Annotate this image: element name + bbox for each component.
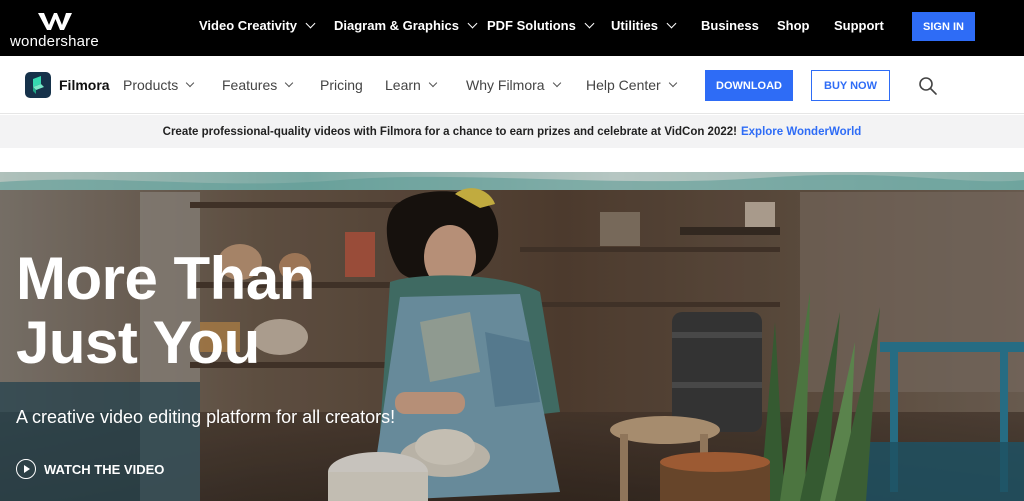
topnav-support[interactable]: Support <box>834 18 884 33</box>
chevron-down-icon <box>666 18 677 29</box>
topnav-diagram-graphics[interactable]: Diagram & Graphics <box>334 18 478 33</box>
pnav-label: Products <box>123 77 179 93</box>
download-button[interactable]: DOWNLOAD <box>705 70 793 101</box>
topnav-utilities[interactable]: Utilities <box>611 18 677 33</box>
hero-title: More Than Just You <box>16 247 436 375</box>
pnav-learn[interactable]: Learn <box>385 77 438 93</box>
chevron-down-icon <box>552 78 561 88</box>
pnav-products[interactable]: Products <box>123 77 195 93</box>
buy-now-button[interactable]: BUY NOW <box>811 70 890 101</box>
announcement-bar: Create professional-quality videos with … <box>0 115 1024 148</box>
topnav-label: Diagram & Graphics <box>334 18 459 33</box>
explore-wonderworld-link[interactable]: Explore WonderWorld <box>741 126 861 138</box>
topnav-label: Utilities <box>611 18 658 33</box>
pnav-label: Learn <box>385 77 421 93</box>
topnav-label: Support <box>834 18 884 33</box>
chevron-down-icon <box>467 18 478 29</box>
pnav-label: Features <box>222 77 278 93</box>
chevron-down-icon <box>668 78 677 88</box>
chevron-down-icon <box>584 18 595 29</box>
brand-name: wondershare <box>10 33 99 50</box>
watch-video-label: WATCH THE VIDEO <box>44 461 165 477</box>
chevron-down-icon <box>285 78 294 88</box>
topnav-video-creativity[interactable]: Video Creativity <box>199 18 316 33</box>
topnav-label: PDF Solutions <box>487 18 576 33</box>
product-name[interactable]: Filmora <box>59 77 110 93</box>
wondershare-logo-icon <box>38 13 72 30</box>
hero-section: More Than Just You A creative video edit… <box>0 172 1024 501</box>
spacer <box>0 148 1024 172</box>
topnav-label: Shop <box>777 18 810 33</box>
chevron-down-icon <box>305 18 316 29</box>
topnav-label: Business <box>701 18 759 33</box>
hero-title-line-1: More Than <box>16 245 315 312</box>
hero-title-line-2: Just You <box>16 309 260 376</box>
topnav-label: Video Creativity <box>199 18 298 33</box>
search-icon[interactable] <box>918 76 938 96</box>
play-icon <box>16 459 36 479</box>
pnav-label: Pricing <box>320 77 363 93</box>
chevron-down-icon <box>186 78 195 88</box>
pnav-label: Why Filmora <box>466 77 545 93</box>
announcement-text: Create professional-quality videos with … <box>162 125 737 138</box>
pnav-features[interactable]: Features <box>222 77 294 93</box>
filmora-logo-mark <box>33 76 44 94</box>
topnav-shop[interactable]: Shop <box>777 18 810 33</box>
topnav-business[interactable]: Business <box>701 18 759 33</box>
pnav-label: Help Center <box>586 77 661 93</box>
global-header: wondershare Video Creativity Diagram & G… <box>0 0 1024 56</box>
topnav-pdf-solutions[interactable]: PDF Solutions <box>487 18 595 33</box>
watch-video-button[interactable]: WATCH THE VIDEO <box>16 459 164 479</box>
wondershare-logo[interactable]: wondershare <box>10 9 99 50</box>
filmora-logo-icon[interactable] <box>25 72 51 98</box>
hero-subtitle: A creative video editing platform for al… <box>16 407 396 427</box>
pnav-why-filmora[interactable]: Why Filmora <box>466 77 561 93</box>
pnav-help-center[interactable]: Help Center <box>586 77 677 93</box>
pnav-pricing[interactable]: Pricing <box>320 77 363 93</box>
chevron-down-icon <box>428 78 438 88</box>
sign-in-button[interactable]: SIGN IN <box>912 12 975 41</box>
